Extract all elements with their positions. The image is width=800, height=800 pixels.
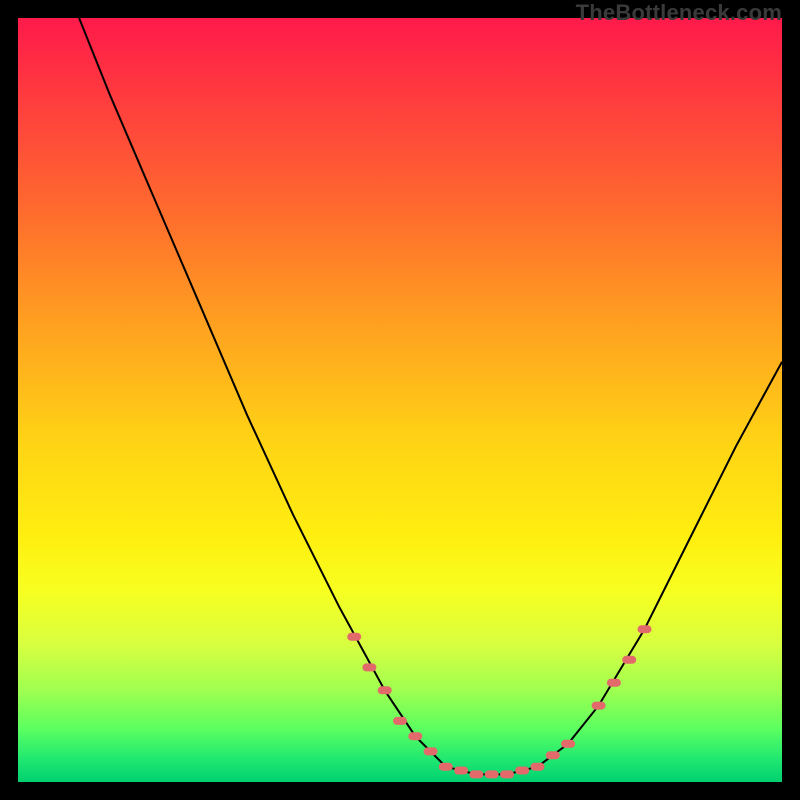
marker-dot [622, 656, 636, 664]
chart-plot-area [18, 18, 782, 782]
chart-svg [18, 18, 782, 782]
marker-dot [347, 633, 361, 641]
marker-dot [515, 767, 529, 775]
chart-outer-frame: TheBottleneck.com [0, 0, 800, 800]
marker-dot [362, 663, 376, 671]
marker-dot [638, 625, 652, 633]
marker-dot [607, 679, 621, 687]
marker-dot [546, 751, 560, 759]
curve-line [79, 18, 782, 774]
marker-dot [485, 770, 499, 778]
marker-dot [500, 770, 514, 778]
watermark-text: TheBottleneck.com [576, 0, 782, 26]
marker-dot [469, 770, 483, 778]
marker-dot [531, 763, 545, 771]
marker-dot [424, 747, 438, 755]
marker-dot [592, 702, 606, 710]
marker-dot [378, 686, 392, 694]
marker-dot [439, 763, 453, 771]
marker-dot [408, 732, 422, 740]
marker-dot [561, 740, 575, 748]
marker-dot [393, 717, 407, 725]
marker-dot [454, 767, 468, 775]
